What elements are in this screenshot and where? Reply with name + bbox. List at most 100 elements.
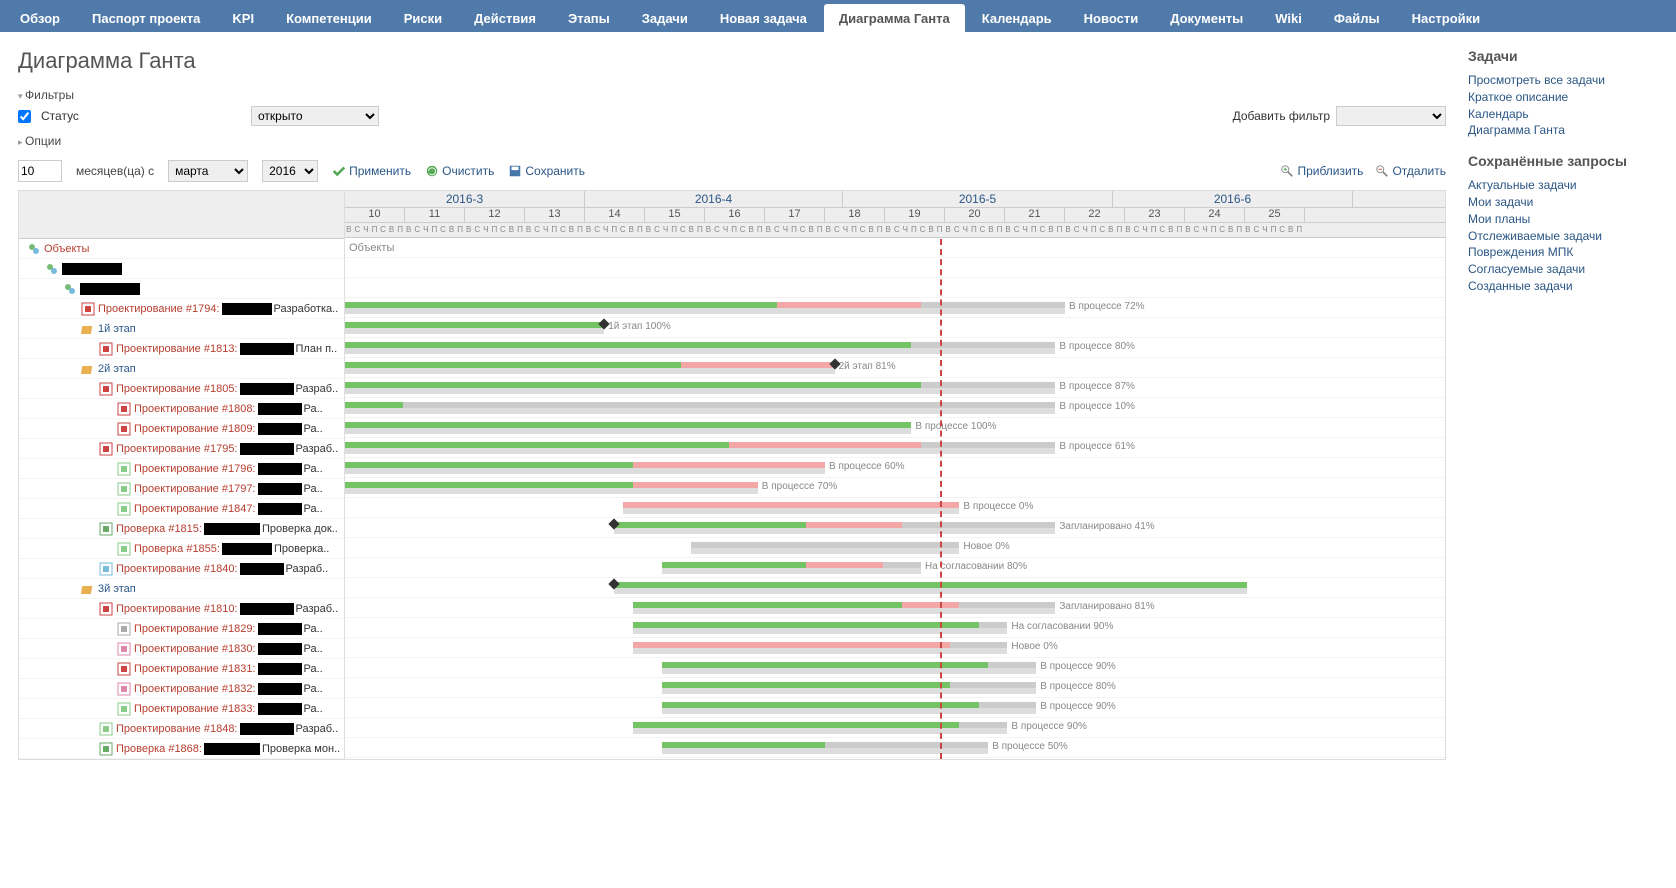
tree-item[interactable]: Объекты	[44, 243, 89, 255]
tree-item[interactable]: 1й этап	[98, 323, 136, 335]
gantt-row: Проверка #1868:Проверка мон..	[19, 739, 344, 759]
gantt-bar-row: В процессе 80%	[345, 338, 1445, 358]
gantt-row: Проектирование #1810:Разраб..	[19, 599, 344, 619]
sidebar-link[interactable]: Календарь	[1468, 106, 1664, 123]
add-filter-select[interactable]	[1336, 106, 1446, 126]
task-link[interactable]: Проектирование #1831:	[134, 663, 256, 675]
sidebar-link[interactable]: Мои планы	[1468, 211, 1664, 228]
gantt-bar-row: 2й этап 81%	[345, 358, 1445, 378]
gantt-row: Проектирование #1796:Ра..	[19, 459, 344, 479]
tab-14[interactable]: Файлы	[1319, 4, 1395, 32]
gantt-bar-row: В процессе 80%	[345, 678, 1445, 698]
gantt-bar-row: В процессе 90%	[345, 658, 1445, 678]
sidebar-link[interactable]: Просмотреть все задачи	[1468, 72, 1664, 89]
gantt-bar-row: В процессе 100%	[345, 418, 1445, 438]
task-link[interactable]: Проверка #1855:	[134, 543, 220, 555]
status-filter-label: Статус	[41, 109, 241, 123]
tab-13[interactable]: Wiki	[1260, 4, 1317, 32]
tab-9[interactable]: Диаграмма Ганта	[824, 4, 965, 32]
sidebar-link[interactable]: Краткое описание	[1468, 89, 1664, 106]
sidebar-link[interactable]: Актуальные задачи	[1468, 177, 1664, 194]
year-select[interactable]: 2016	[262, 160, 318, 182]
task-link[interactable]: Проектирование #1813:	[116, 343, 238, 355]
sidebar-link[interactable]: Отслеживаемые задачи	[1468, 228, 1664, 245]
gantt-row: Проектирование #1808:Ра..	[19, 399, 344, 419]
tab-0[interactable]: Обзор	[5, 4, 75, 32]
task-link[interactable]: Проектирование #1829:	[134, 623, 256, 635]
gantt-bar-row: Объекты	[345, 238, 1445, 258]
tab-7[interactable]: Задачи	[627, 4, 703, 32]
save-button[interactable]: Сохранить	[508, 164, 585, 178]
task-link[interactable]: Проектирование #1832:	[134, 683, 256, 695]
gantt-bar-row: Запланировано 81%	[345, 598, 1445, 618]
gantt-bar-row: На согласовании 90%	[345, 618, 1445, 638]
task-link[interactable]: Проектирование #1809:	[134, 423, 256, 435]
tree-item[interactable]: 2й этап	[98, 363, 136, 375]
gantt-bar-row: В процессе 0%	[345, 498, 1445, 518]
task-link[interactable]: Проектирование #1805:	[116, 383, 238, 395]
task-link[interactable]: Проектирование #1808:	[134, 403, 256, 415]
tab-11[interactable]: Новости	[1069, 4, 1154, 32]
status-filter-select[interactable]: открыто	[251, 106, 379, 126]
task-link[interactable]: Проектирование #1847:	[134, 503, 256, 515]
gantt-row: Проектирование #1848:Разраб..	[19, 719, 344, 739]
sidebar-queries-title: Сохранённые запросы	[1468, 153, 1664, 169]
task-link[interactable]: Проектирование #1794:	[98, 303, 220, 315]
tab-3[interactable]: Компетенции	[271, 4, 387, 32]
tab-2[interactable]: KPI	[217, 4, 269, 32]
gantt-chart: Объекты Проектирование #1794:Разработка..…	[18, 190, 1446, 760]
tab-12[interactable]: Документы	[1155, 4, 1258, 32]
gantt-bar-row: В процессе 87%	[345, 378, 1445, 398]
gantt-row: 1й этап	[19, 319, 344, 339]
sidebar-link[interactable]: Созданные задачи	[1468, 278, 1664, 295]
tab-4[interactable]: Риски	[389, 4, 457, 32]
tab-6[interactable]: Этапы	[553, 4, 625, 32]
gantt-row: Проектирование #1830:Ра..	[19, 639, 344, 659]
gantt-bar-row: В процессе 70%	[345, 478, 1445, 498]
tree-item[interactable]: 3й этап	[98, 583, 136, 595]
gantt-bar-row: На согласовании 80%	[345, 558, 1445, 578]
gantt-bar-row: Запланировано 41%	[345, 518, 1445, 538]
gantt-row: Проектирование #1813:План п..	[19, 339, 344, 359]
months-input[interactable]	[18, 160, 62, 182]
tab-15[interactable]: Настройки	[1397, 4, 1496, 32]
task-link[interactable]: Проверка #1868:	[116, 743, 202, 755]
task-link[interactable]: Проектирование #1796:	[134, 463, 256, 475]
gantt-row	[19, 279, 344, 299]
gantt-row: 2й этап	[19, 359, 344, 379]
zoom-in-button[interactable]: Приблизить	[1280, 164, 1363, 178]
gantt-row: Объекты	[19, 239, 344, 259]
tab-5[interactable]: Действия	[459, 4, 551, 32]
gantt-bar-row: В процессе 90%	[345, 698, 1445, 718]
gantt-row: Проектирование #1847:Ра..	[19, 499, 344, 519]
tab-8[interactable]: Новая задача	[705, 4, 822, 32]
task-link[interactable]: Проектирование #1810:	[116, 603, 238, 615]
filters-toggle[interactable]: Фильтры	[18, 88, 1446, 102]
task-link[interactable]: Проектирование #1830:	[134, 643, 256, 655]
options-toggle[interactable]: Опции	[18, 134, 1446, 148]
month-select[interactable]: марта	[168, 160, 248, 182]
gantt-row: Проектирование #1833:Ра..	[19, 699, 344, 719]
clear-button[interactable]: Очистить	[425, 164, 494, 178]
gantt-bar-row: Новое 0%	[345, 638, 1445, 658]
gantt-row: Проектирование #1794:Разработка..	[19, 299, 344, 319]
task-link[interactable]: Проверка #1815:	[116, 523, 202, 535]
gantt-bar-row	[345, 278, 1445, 298]
status-filter-checkbox[interactable]	[18, 110, 31, 123]
tab-1[interactable]: Паспорт проекта	[77, 4, 215, 32]
task-link[interactable]: Проектирование #1797:	[134, 483, 256, 495]
sidebar-link[interactable]: Согласуемые задачи	[1468, 261, 1664, 278]
sidebar-link[interactable]: Повреждения МПК	[1468, 244, 1664, 261]
sidebar-link[interactable]: Диаграмма Ганта	[1468, 122, 1664, 139]
gantt-row: Проектирование #1809:Ра..	[19, 419, 344, 439]
months-label: месяцев(ца) с	[76, 164, 154, 178]
tab-10[interactable]: Календарь	[967, 4, 1067, 32]
sidebar-link[interactable]: Мои задачи	[1468, 194, 1664, 211]
task-link[interactable]: Проектирование #1833:	[134, 703, 256, 715]
task-link[interactable]: Проектирование #1848:	[116, 723, 238, 735]
zoom-out-button[interactable]: Отдалить	[1375, 164, 1446, 178]
apply-button[interactable]: Применить	[332, 164, 411, 178]
task-link[interactable]: Проектирование #1840:	[116, 563, 238, 575]
task-link[interactable]: Проектирование #1795:	[116, 443, 238, 455]
gantt-row: Проектирование #1805:Разраб..	[19, 379, 344, 399]
